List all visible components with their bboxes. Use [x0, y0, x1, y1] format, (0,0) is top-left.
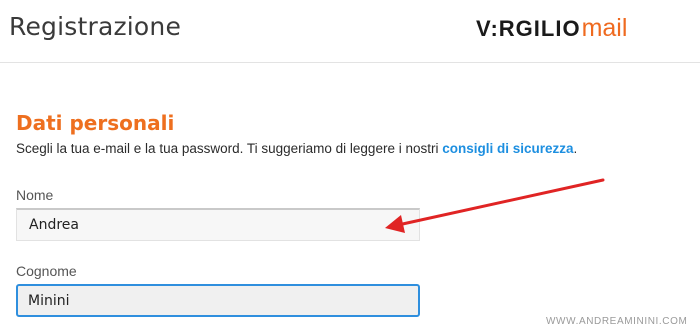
- page-header: Registrazione V:RGILIO mail: [0, 0, 700, 63]
- nome-label: Nome: [16, 187, 54, 203]
- watermark: WWW.ANDREAMININI.COM: [546, 316, 688, 327]
- nome-input[interactable]: [16, 208, 420, 241]
- logo-brand: V:RGILIO: [476, 16, 581, 41]
- intro-text: Scegli la tua e-mail e la tua password. …: [16, 141, 577, 156]
- section-title: Dati personali: [16, 111, 175, 135]
- virgilio-mail-logo[interactable]: V:RGILIO mail: [476, 14, 627, 44]
- cognome-input[interactable]: [16, 284, 420, 317]
- logo-product: mail: [581, 14, 628, 42]
- intro-text-end: .: [573, 141, 578, 156]
- cognome-label: Cognome: [16, 263, 77, 279]
- security-tips-link[interactable]: consigli di sicurezza: [442, 141, 573, 156]
- arrow-shaft: [396, 178, 605, 227]
- intro-text-body: Scegli la tua e-mail e la tua password. …: [16, 141, 443, 156]
- page-title: Registrazione: [9, 12, 182, 41]
